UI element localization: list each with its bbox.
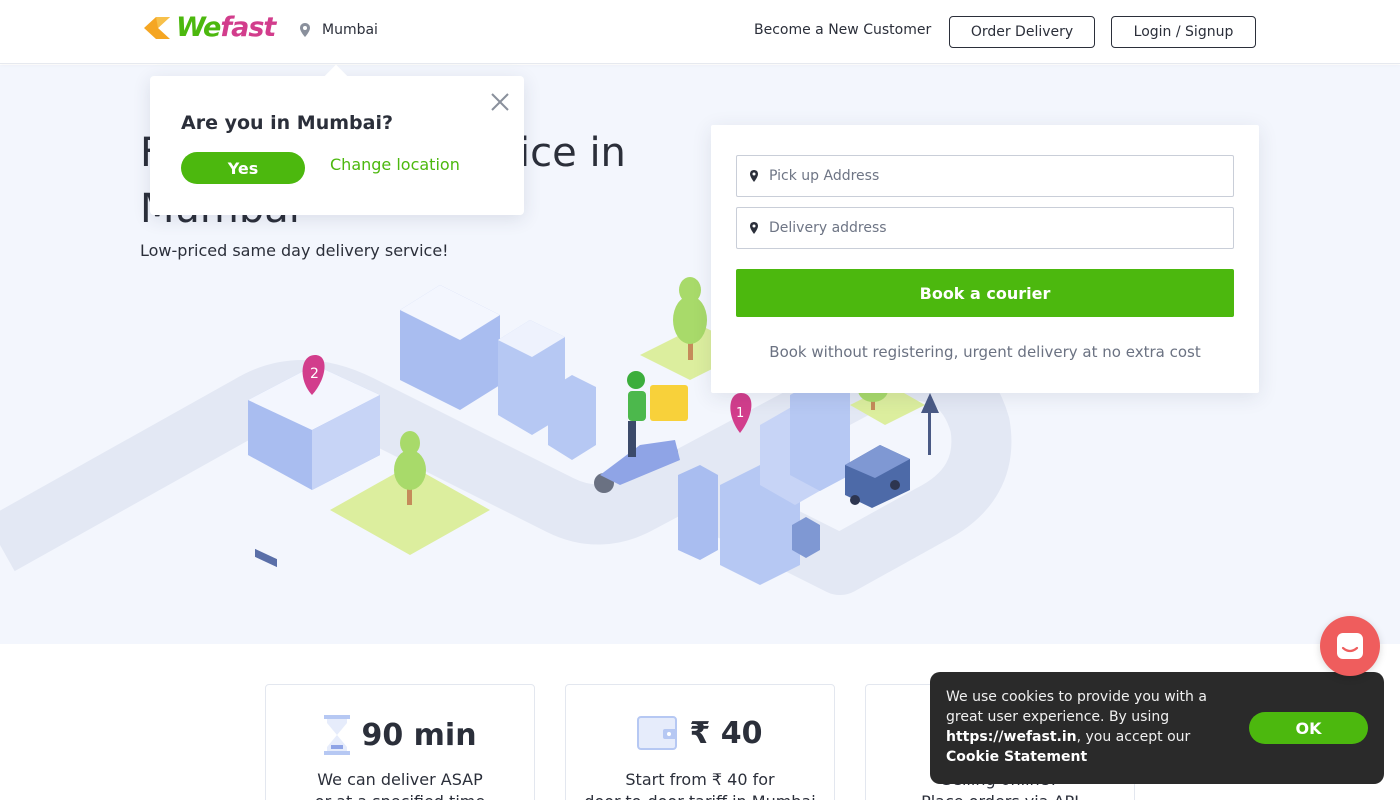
change-location-link[interactable]: Change location bbox=[330, 155, 460, 174]
hourglass-icon bbox=[324, 715, 351, 755]
location-question: Are you in Mumbai? bbox=[181, 112, 393, 134]
booking-note: Book without registering, urgent deliver… bbox=[769, 343, 1201, 361]
location-pin-icon bbox=[300, 23, 310, 37]
feature-text: Start from ₹ 40 for door-to-door tariff … bbox=[584, 770, 815, 800]
chat-widget-button[interactable] bbox=[1320, 616, 1380, 676]
svg-text:2: 2 bbox=[310, 366, 319, 382]
feature-value: ₹ 40 bbox=[689, 715, 763, 751]
logo-diamond-icon bbox=[144, 16, 170, 39]
chat-icon bbox=[1337, 633, 1363, 659]
location-confirm-popup: Are you in Mumbai? Yes Change location bbox=[150, 76, 524, 215]
pickup-address-field[interactable] bbox=[736, 155, 1234, 197]
site-header: Wefast Mumbai Become a New Customer Orde… bbox=[0, 0, 1400, 64]
site-link[interactable]: https://wefast.in bbox=[946, 729, 1077, 745]
location-pin-icon bbox=[750, 222, 758, 234]
wefast-logo[interactable]: Wefast bbox=[144, 12, 276, 43]
feature-text: We can deliver ASAP or at a specified ti… bbox=[315, 770, 485, 800]
delivery-address-field[interactable] bbox=[736, 207, 1234, 249]
confirm-location-yes-button[interactable]: Yes bbox=[181, 152, 305, 184]
booking-form-card: Book a courier Book without registering,… bbox=[711, 125, 1259, 393]
cookie-banner: We use cookies to provide you with a gre… bbox=[930, 672, 1384, 784]
pickup-address-input[interactable] bbox=[769, 168, 1209, 184]
cookie-ok-button[interactable]: OK bbox=[1249, 712, 1368, 744]
svg-text:1: 1 bbox=[736, 406, 744, 421]
feature-card-price: ₹ 40 Start from ₹ 40 for door-to-door ta… bbox=[565, 684, 835, 800]
new-customer-link[interactable]: Become a New Customer bbox=[754, 22, 931, 38]
cookie-message: We use cookies to provide you with a gre… bbox=[946, 689, 1207, 765]
logo-text: Wefast bbox=[176, 12, 276, 43]
feature-value: 90 min bbox=[361, 717, 477, 753]
login-signup-button[interactable]: Login / Signup bbox=[1111, 16, 1256, 48]
feature-card-speed: 90 min We can deliver ASAP or at a speci… bbox=[265, 684, 535, 800]
order-delivery-button[interactable]: Order Delivery bbox=[949, 16, 1095, 48]
cookie-statement-link[interactable]: Cookie Statement bbox=[946, 749, 1087, 765]
book-courier-button[interactable]: Book a courier bbox=[736, 269, 1234, 317]
wallet-icon bbox=[637, 716, 678, 750]
location-pin-icon bbox=[750, 170, 758, 182]
close-icon[interactable] bbox=[489, 91, 511, 113]
city-selector[interactable]: Mumbai bbox=[298, 22, 378, 38]
city-name: Mumbai bbox=[322, 22, 378, 38]
delivery-address-input[interactable] bbox=[769, 220, 1209, 236]
